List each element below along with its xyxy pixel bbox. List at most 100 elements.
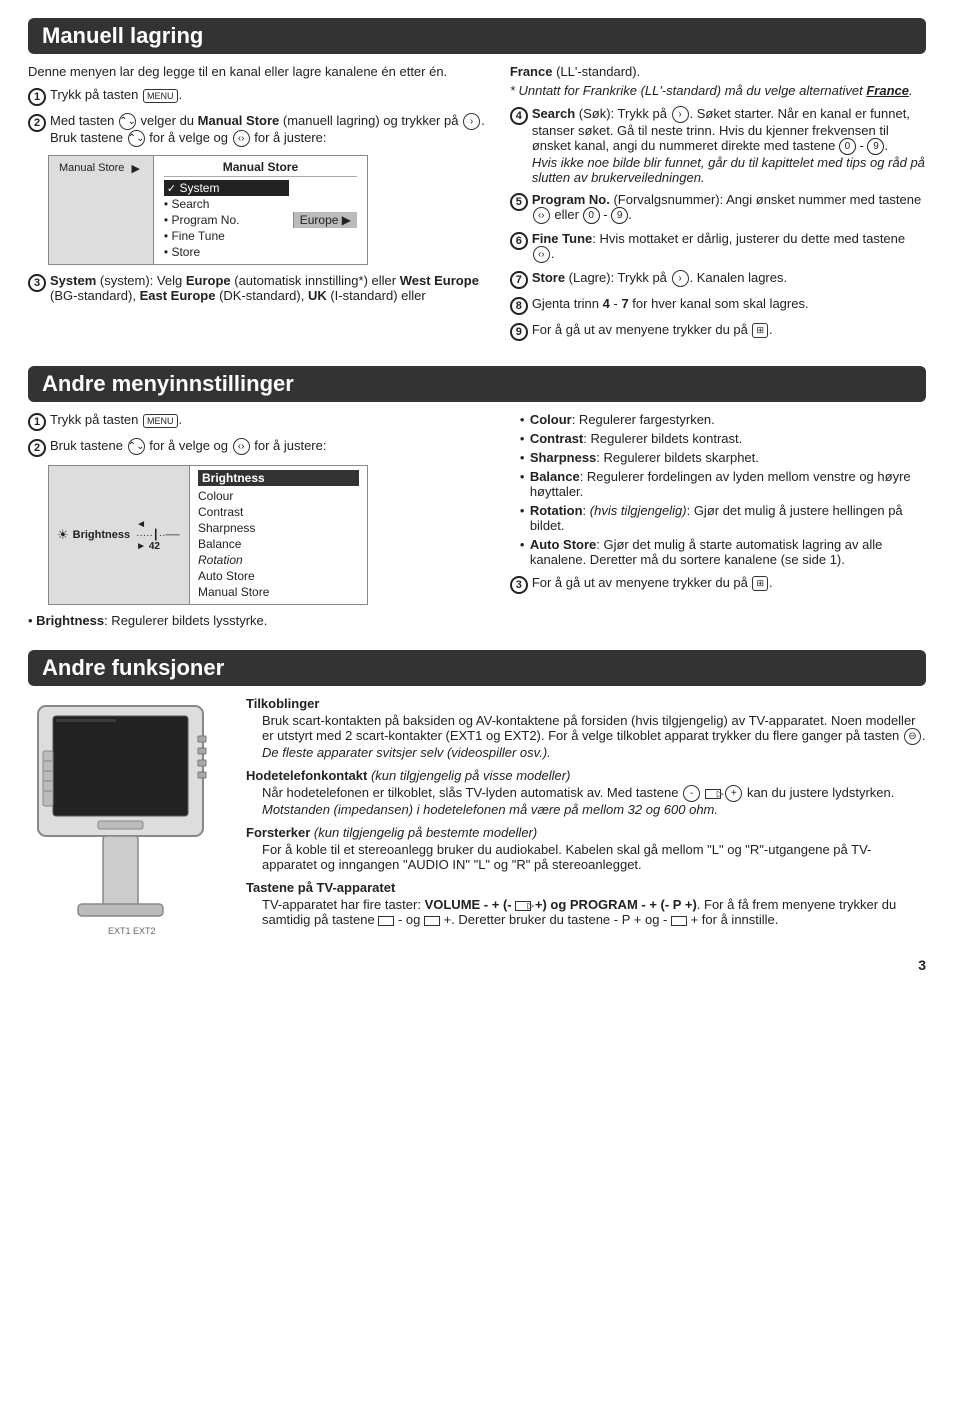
manuell-step1: 1 Trykk på tasten MENU. (28, 87, 486, 106)
andre-step-num-2: 2 (28, 439, 46, 457)
updown-icon-2: ⌃⌄ (119, 113, 136, 130)
ext-icon: ⊖ (904, 728, 921, 745)
bright-balance: Balance (198, 536, 359, 552)
tastene-body: TV-apparatet har fire taster: VOLUME - +… (246, 897, 926, 927)
list-item-balance: Balance: Regulerer fordelingen av lyden … (520, 469, 926, 499)
menu-item-search: • Search (164, 196, 289, 212)
menu-icon-1: MENU (143, 89, 178, 103)
andre-meny-header: Andre menyinnstillinger (28, 366, 926, 402)
manuell-right-col: France (LL'-standard). * Unntatt for Fra… (510, 64, 926, 348)
leftright-icon-5: ‹› (533, 207, 550, 224)
step-num-4: 4 (510, 107, 528, 125)
right-step4: 4 Search (Søk): Trykk på ›. Søket starte… (510, 106, 926, 185)
andre-step3-text: For å gå ut av menyene trykker du på ⊞. (532, 575, 926, 591)
hodetelefon-title: Hodetelefonkontakt (kun tilgjengelig på … (246, 768, 926, 783)
menu-right-panel: Manual Store ✓ System • Search • Program… (153, 156, 367, 264)
step-num-3: 3 (28, 274, 46, 292)
right-icon-2: › (463, 113, 480, 130)
svg-text:EXT1 EXT2: EXT1 EXT2 (108, 926, 156, 936)
hodetelefon-body: Når hodetelefonen er tilkoblet, slås TV-… (246, 785, 926, 802)
tv-illustration: EXT1 EXT2 (28, 696, 213, 936)
right-step7: 7 Store (Lagre): Trykk på ›. Kanalen lag… (510, 270, 926, 289)
menu-right-title: Manual Store (164, 160, 357, 177)
bright-manualstore: Manual Store (198, 584, 359, 600)
forsterker-section: Forsterker (kun tilgjengelig på bestemte… (246, 825, 926, 872)
step4-text: Search (Søk): Trykk på ›. Søket starter.… (532, 106, 926, 185)
funksjoner-content: EXT1 EXT2 Tilkoblinger Bruk scart-kontak… (28, 696, 926, 939)
manuell-step3: 3 System (system): Velg Europe (automati… (28, 273, 486, 303)
list-item-autostore: Auto Store: Gjør det mulig å starte auto… (520, 537, 926, 567)
andre-meny-left: 1 Trykk på tasten MENU. 2 Bruk tastene ⌃… (28, 412, 486, 632)
andre-meny-section: Andre menyinnstillinger 1 Trykk på taste… (28, 366, 926, 632)
leftright-icon-6: ‹› (533, 246, 550, 263)
hodetelefon-section: Hodetelefonkontakt (kun tilgjengelig på … (246, 768, 926, 817)
forsterker-body: For å koble til et stereoanlegg bruker d… (246, 842, 926, 872)
menu-item-store: • Store (164, 244, 289, 260)
step-num-9: 9 (510, 323, 528, 341)
step1-text: Trykk på tasten MENU. (50, 87, 486, 103)
manuell-lagring-header: Manuell lagring (28, 18, 926, 54)
menu-item-system: ✓ System (164, 180, 289, 196)
step-num-2: 2 (28, 114, 46, 132)
andre-step-num-3: 3 (510, 576, 528, 594)
forsterker-title: Forsterker (kun tilgjengelig på bestemte… (246, 825, 926, 840)
andre-step2: 2 Bruk tastene ⌃⌄ for å velge og ‹› for … (28, 438, 486, 457)
bright-left-panel: ☀ Brightness ◄ ·····┃··── ► 42 (49, 466, 189, 604)
step-num-7: 7 (510, 271, 528, 289)
step-num-6: 6 (510, 232, 528, 250)
bright-autostore: Auto Store (198, 568, 359, 584)
andre-step1: 1 Trykk på tasten MENU. (28, 412, 486, 431)
menu-icon-a3: ⊞ (752, 576, 768, 591)
manuell-lagring-title: Manuell lagring (42, 23, 203, 48)
tilkoblinger-title: Tilkoblinger (246, 696, 926, 711)
right-step8: 8 Gjenta trinn 4 - 7 for hver kanal som … (510, 296, 926, 315)
tastene-section: Tastene på TV-apparatet TV-apparatet har… (246, 880, 926, 927)
step-num-1: 1 (28, 88, 46, 106)
step9-text: For å gå ut av menyene trykker du på ⊞. (532, 322, 926, 338)
tv-image-container: EXT1 EXT2 (28, 696, 228, 939)
manual-store-menu: Manual Store ▶ Manual Store ✓ System • S… (48, 155, 368, 265)
list-item-sharpness: Sharpness: Regulerer bildets skarphet. (520, 450, 926, 465)
tilkoblinger-note: De fleste apparater svitsjer selv (video… (246, 745, 926, 760)
step-num-5: 5 (510, 193, 528, 211)
minus-icon-h: - (683, 785, 700, 802)
andre-funk-header: Andre funksjoner (28, 650, 926, 686)
step7-text: Store (Lagre): Trykk på ›. Kanalen lagre… (532, 270, 926, 287)
manuell-intro: Denne menyen lar deg legge til en kanal … (28, 64, 486, 79)
bright-right-panel: Brightness Colour Contrast Sharpness Bal… (189, 466, 367, 604)
bright-sharpness: Sharpness (198, 520, 359, 536)
right-step5: 5 Program No. (Forvalgsnummer): Angi øns… (510, 192, 926, 224)
leftright-icon-2: ‹› (233, 130, 250, 147)
brightness-controls: ◄ ·····┃··── ► 42 (136, 519, 181, 552)
step3-text: System (system): Velg Europe (automatisk… (50, 273, 486, 303)
right-step9: 9 For å gå ut av menyene trykker du på ⊞… (510, 322, 926, 341)
andre-step1-text: Trykk på tasten MENU. (50, 412, 486, 428)
right-icon-7: › (672, 270, 689, 287)
andre-step-num-1: 1 (28, 413, 46, 431)
menu-item-finetune: • Fine Tune (164, 228, 289, 244)
manuell-step2: 2 Med tasten ⌃⌄ velger du Manual Store (… (28, 113, 486, 147)
plus-icon-h: + (725, 785, 742, 802)
menu-icon-9: ⊞ (752, 323, 768, 338)
step5-text: Program No. (Forvalgsnummer): Angi ønske… (532, 192, 926, 224)
step-num-8: 8 (510, 297, 528, 315)
menu-arrow: ▶ (131, 162, 139, 175)
list-item-rotation: Rotation: (hvis tilgjengelig): Gjør det … (520, 503, 926, 533)
right-icon-4: › (672, 106, 689, 123)
bright-colour: Colour (198, 488, 359, 504)
right-step6: 6 Fine Tune: Hvis mottaket er dårlig, ju… (510, 231, 926, 263)
forsterker-subtitle: (kun tilgjengelig på bestemte modeller) (314, 825, 537, 840)
menu-icon-a1: MENU (143, 414, 178, 428)
france-text: France (LL'-standard). (510, 64, 926, 79)
andre-step2-text: Bruk tastene ⌃⌄ for å velge og ‹› for å … (50, 438, 486, 455)
list-item-contrast: Contrast: Regulerer bildets kontrast. (520, 431, 926, 446)
list-item-colour: Colour: Regulerer fargestyrken. (520, 412, 926, 427)
europe-label: Europe ▶ (293, 212, 357, 228)
menu-left-panel: Manual Store ▶ (49, 156, 153, 264)
hodetelefon-subtitle: (kun tilgjengelig på visse modeller) (371, 768, 570, 783)
menu-item-program: • Program No. (164, 212, 289, 228)
andre-meny-list: Colour: Regulerer fargestyrken. Contrast… (510, 412, 926, 567)
manuell-left-col: Denne menyen lar deg legge til en kanal … (28, 64, 486, 348)
brightness-menu: ☀ Brightness ◄ ·····┃··── ► 42 Brightnes… (48, 465, 368, 605)
step6-text: Fine Tune: Hvis mottaket er dårlig, just… (532, 231, 926, 263)
